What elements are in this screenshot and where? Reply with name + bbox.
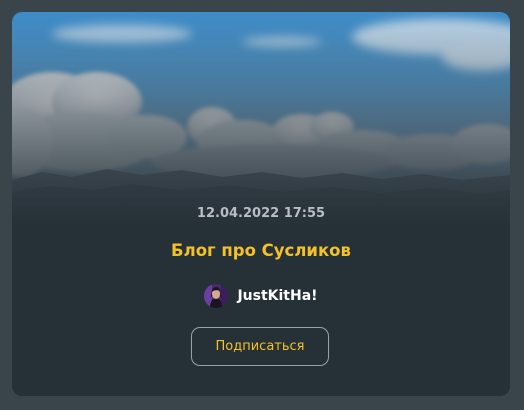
post-date: 12.04.2022 17:55 bbox=[196, 206, 326, 221]
subscribe-button[interactable]: Подписаться bbox=[191, 327, 329, 366]
author-name[interactable]: JustKitHa! bbox=[237, 288, 317, 304]
blog-card: 12.04.2022 17:55 Блог про Сусликов JustK… bbox=[12, 12, 510, 396]
avatar[interactable] bbox=[204, 284, 229, 308]
blog-title[interactable]: Блог про Сусликов bbox=[12, 241, 510, 260]
banner-image bbox=[12, 12, 510, 227]
author-info[interactable]: JustKitHa! bbox=[12, 284, 510, 308]
